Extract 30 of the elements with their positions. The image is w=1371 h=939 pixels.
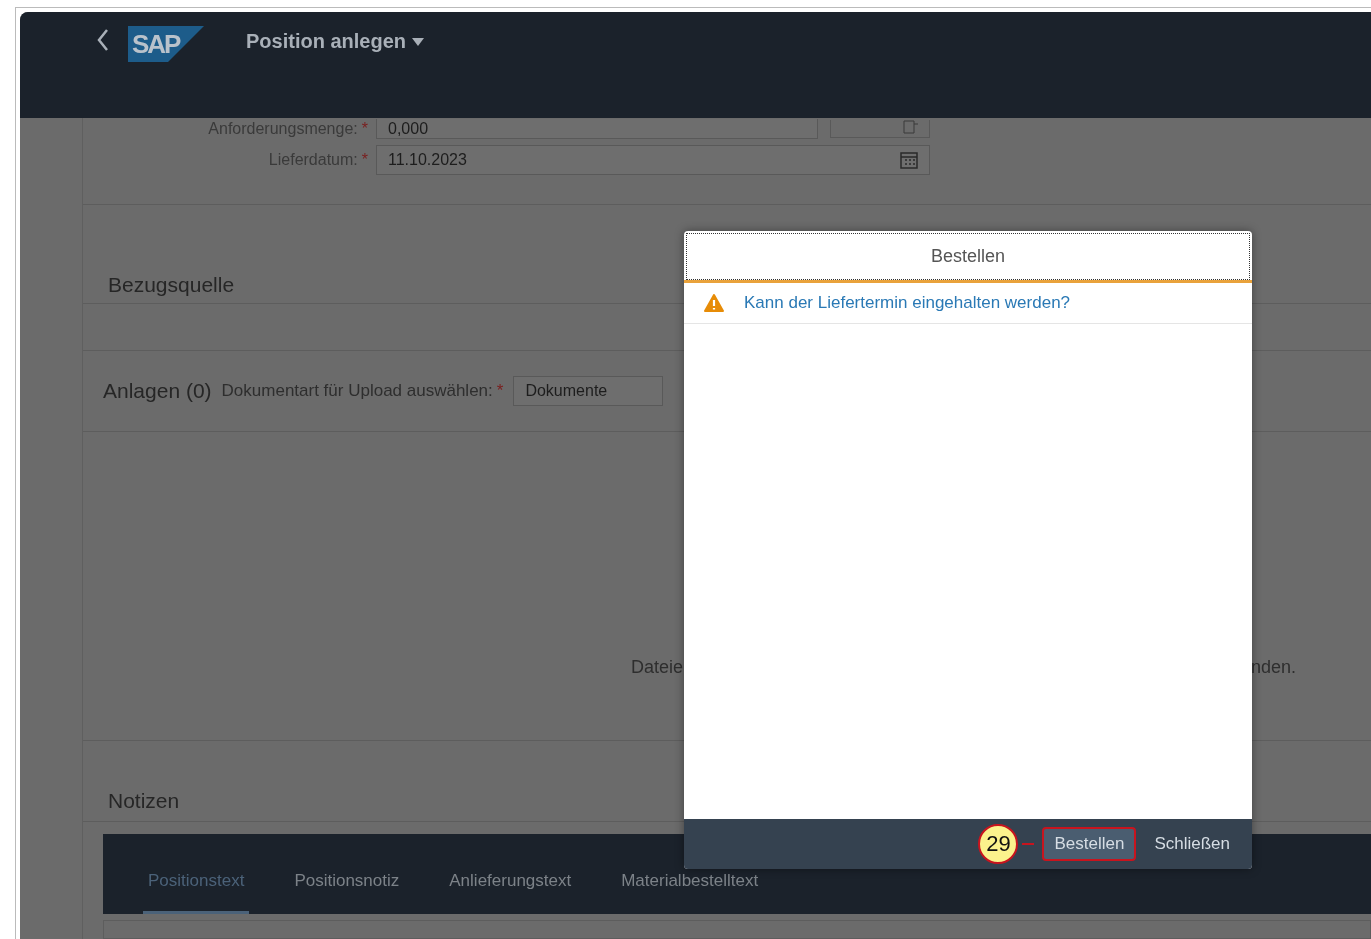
section-title: Notizen (107, 788, 180, 814)
required-mark: * (496, 381, 504, 400)
dialog-title: Bestellen (686, 233, 1250, 280)
section-title: Anlagen (0) (103, 379, 212, 403)
document-type-select[interactable]: Dokumente (513, 376, 664, 406)
required-mark: * (361, 151, 368, 168)
section-title: Bezugsquelle (107, 272, 235, 298)
tab[interactable]: Positionstext (143, 871, 250, 914)
back-icon[interactable] (96, 28, 110, 52)
warning-icon (704, 294, 724, 312)
leader-line (1022, 843, 1035, 845)
message-text[interactable]: Kann der Liefertermin eingehalten werden? (744, 293, 1071, 313)
unit-field[interactable] (830, 120, 930, 138)
order-button[interactable]: Bestellen (1042, 827, 1137, 861)
quantity-field[interactable]: 0,000 (376, 119, 818, 139)
tab[interactable]: Anlieferungstext (444, 871, 577, 914)
app-title[interactable]: Position anlegen (246, 30, 425, 53)
empty-upload-text: nden. (1251, 657, 1298, 678)
empty-upload-text: Dateie (629, 657, 683, 678)
tab[interactable]: Materialbestelltext (616, 871, 764, 914)
date-field[interactable]: 11.10.2023 (376, 145, 930, 175)
close-button[interactable]: Schließen (1144, 827, 1240, 861)
value-help-icon (903, 120, 919, 134)
tab[interactable]: Positionsnotiz (289, 871, 405, 914)
caret-icon (412, 37, 425, 46)
calendar-icon[interactable] (900, 151, 918, 169)
field-label: Dokumentart für Upload auswählen: * (221, 381, 504, 401)
required-mark: * (361, 120, 368, 137)
step-marker: 29 (978, 824, 1019, 864)
logo-icon: SAP (128, 26, 204, 62)
